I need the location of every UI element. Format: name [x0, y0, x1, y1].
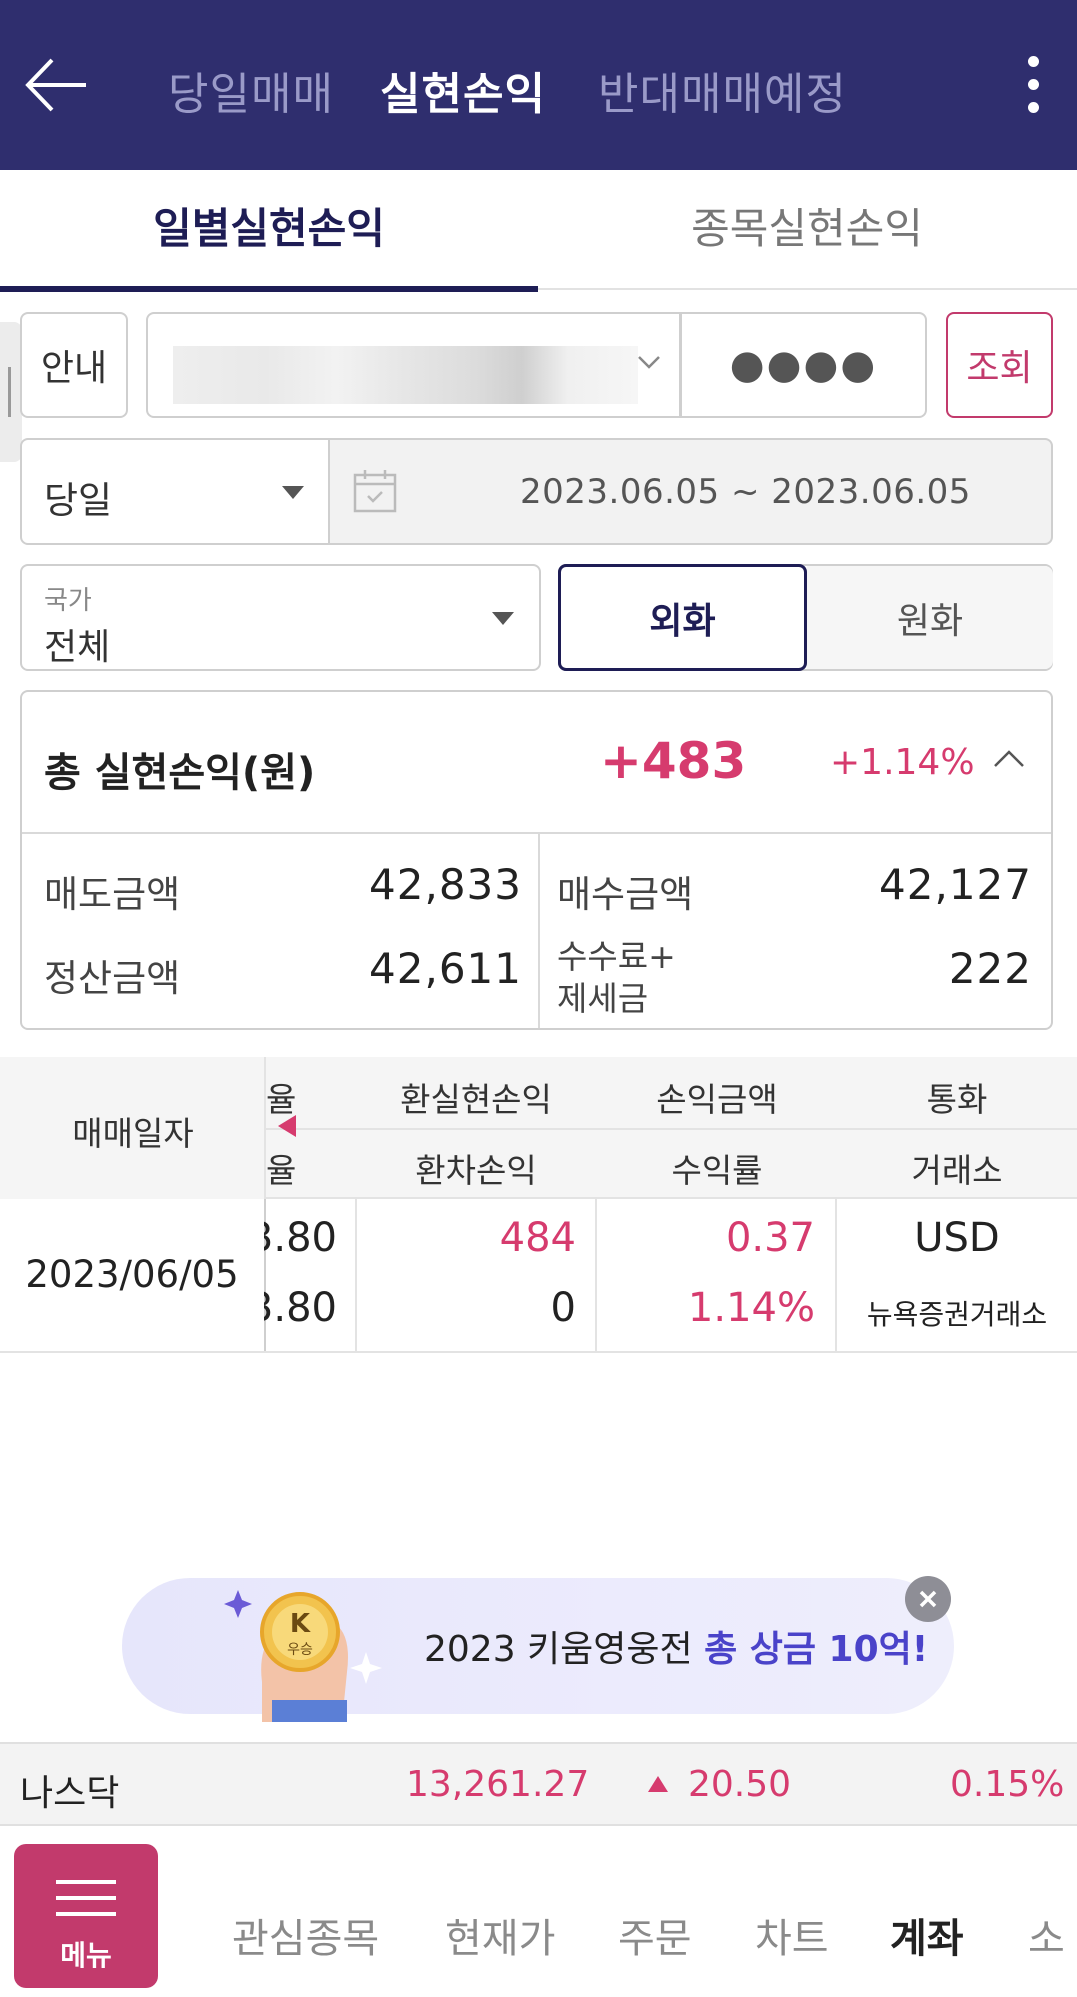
password-field[interactable]: ●●●●: [680, 312, 927, 418]
currency-option-foreign[interactable]: 외화: [558, 564, 807, 671]
country-value: 전체: [44, 627, 111, 668]
search-button[interactable]: 조회: [946, 312, 1053, 418]
summary-title: 총 실현손익(원): [44, 750, 316, 796]
sell-amount-label: 매도금액: [44, 873, 181, 916]
currency-value: USD: [914, 1215, 1000, 1261]
index-ticker[interactable]: 나스닥 13,261.27 20.50 0.15%: [0, 1742, 1077, 1826]
period-value: 당일: [44, 479, 113, 522]
exchange-header: 거래소: [911, 1151, 1003, 1190]
settlement-amount-value: 42,611: [369, 944, 522, 993]
menu-label: 메뉴: [60, 1939, 112, 1972]
pl-amount-header: 손익금액: [656, 1080, 778, 1119]
table-row[interactable]: 2023/06/05 3.80 3.80 484 0 0.37 1.14% US…: [0, 1199, 1077, 1353]
trade-date: 2023/06/05: [25, 1253, 239, 1296]
period-select[interactable]: 당일: [20, 438, 330, 545]
calendar-icon: [352, 468, 398, 518]
currency-header: 통화: [926, 1080, 988, 1119]
top-bar: 당일매매 실현손익 반대매매예정: [0, 0, 1077, 170]
partial-cell: 3.80 3.80: [264, 1199, 355, 1351]
nav-account[interactable]: 계좌: [890, 1906, 964, 1964]
currency-option-krw-label: 원화: [896, 600, 964, 642]
sub-tabs: 일별실현손익 종목실현손익: [0, 170, 1077, 292]
collapse-chevron-icon[interactable]: [992, 747, 1026, 773]
nav-chart[interactable]: 차트: [755, 1906, 829, 1964]
fx-realized-header: 환실현손익: [400, 1080, 552, 1119]
exchange-value: 뉴욕증권거래소: [866, 1298, 1048, 1331]
fee-value: 222: [948, 944, 1032, 993]
nav-watchlist[interactable]: 관심종목: [232, 1906, 379, 1964]
tab-counter-trade[interactable]: 반대매매예정: [598, 58, 847, 122]
more-vertical-icon[interactable]: [1018, 50, 1048, 120]
side-drawer-handle[interactable]: [0, 322, 22, 462]
tab-realized-pl[interactable]: 실현손익: [380, 58, 546, 122]
date-range-text: 2023.06.05 ~ 2023.06.05: [520, 472, 971, 512]
return-rate-header: 수익률: [671, 1151, 763, 1190]
nav-current-price[interactable]: 현재가: [445, 1906, 555, 1964]
subtab-daily-realized[interactable]: 일별실현손익: [0, 170, 538, 292]
partial-header-top: 율: [266, 1080, 297, 1119]
bottom-navigation: 메뉴 관심종목 현재가 주문 차트 계좌 소: [0, 1826, 1077, 1997]
coin-text: 우승: [287, 1642, 313, 1658]
password-mask: ●●●●: [729, 342, 878, 388]
realized-pl-summary: 총 실현손익(원) +483 +1.14% 매도금액 42,833 매수금액 4…: [20, 690, 1053, 1030]
fee-label-line1: 수수료+: [557, 937, 676, 976]
partial-value-top: 3.80: [264, 1215, 337, 1261]
currency-option-foreign-label: 외화: [649, 600, 716, 642]
fx-diff-value: 0: [550, 1285, 576, 1331]
partial-value-bottom: 3.80: [264, 1285, 337, 1331]
hamburger-icon: [56, 1880, 116, 1916]
trophy-hand-icon: K 우승: [222, 1572, 382, 1722]
date-range-field[interactable]: 2023.06.05 ~ 2023.06.05: [328, 438, 1053, 545]
date-header: 매매일자: [72, 1114, 194, 1153]
partial-header-bottom: 율: [266, 1151, 297, 1190]
masked-account-number: [173, 346, 638, 404]
return-rate-value: 1.14%: [687, 1285, 815, 1331]
up-triangle-icon: [646, 1774, 670, 1798]
fx-realized-value: 484: [499, 1215, 576, 1261]
guide-button[interactable]: 안내: [20, 312, 128, 418]
dropdown-caret-icon: [492, 612, 514, 625]
settlement-amount-label: 정산금액: [44, 957, 181, 1000]
summary-rate: +1.14%: [830, 742, 975, 783]
dropdown-caret-icon: [282, 486, 304, 499]
chevron-down-icon: [636, 352, 662, 376]
close-icon[interactable]: [905, 1576, 951, 1622]
ticker-change-rate: 0.15%: [950, 1764, 1065, 1805]
fee-label-line2: 제세금: [557, 979, 649, 1018]
guide-label: 안내: [40, 348, 108, 389]
subtab-stock-realized[interactable]: 종목실현손익: [538, 170, 1076, 288]
ticker-price: 13,261.27: [406, 1764, 590, 1805]
buy-amount-label: 매수금액: [557, 873, 694, 916]
pl-amount-value: 0.37: [725, 1215, 815, 1261]
banner-text-plain: 2023 키움영웅전: [424, 1629, 705, 1670]
banner-text: 2023 키움영웅전 총 상금 10억!: [424, 1620, 928, 1672]
promo-banner[interactable]: K 우승 2023 키움영웅전 총 상금 10억!: [122, 1576, 954, 1722]
fx-diff-header: 환차손익: [415, 1151, 537, 1190]
account-select[interactable]: [146, 312, 681, 418]
tab-daily-trade[interactable]: 당일매매: [168, 58, 334, 122]
buy-amount-value: 42,127: [879, 860, 1032, 909]
country-select[interactable]: 국가 전체: [20, 564, 541, 671]
realized-pl-table[interactable]: 매매일자 율 율 환실현손익 환차손익 손익금액 수익률 통화 거래소 2023…: [0, 1057, 1077, 1353]
summary-amount: +483: [600, 732, 747, 790]
coin-letter: K: [290, 1609, 311, 1639]
banner-text-highlight: 총 상금 10억!: [704, 1629, 929, 1670]
currency-option-krw[interactable]: 원화: [807, 566, 1053, 669]
search-label: 조회: [966, 348, 1033, 389]
nav-order[interactable]: 주문: [618, 1906, 692, 1964]
sell-amount-value: 42,833: [369, 860, 522, 909]
nav-more-partial[interactable]: 소: [1028, 1906, 1077, 1964]
back-arrow-icon[interactable]: [22, 50, 92, 120]
menu-button[interactable]: 메뉴: [14, 1844, 158, 1988]
currency-toggle: 외화 원화: [558, 564, 1053, 671]
ticker-change: 20.50: [688, 1764, 792, 1805]
country-caption: 국가: [44, 586, 92, 616]
ticker-name: 나스닥: [20, 1773, 120, 1814]
